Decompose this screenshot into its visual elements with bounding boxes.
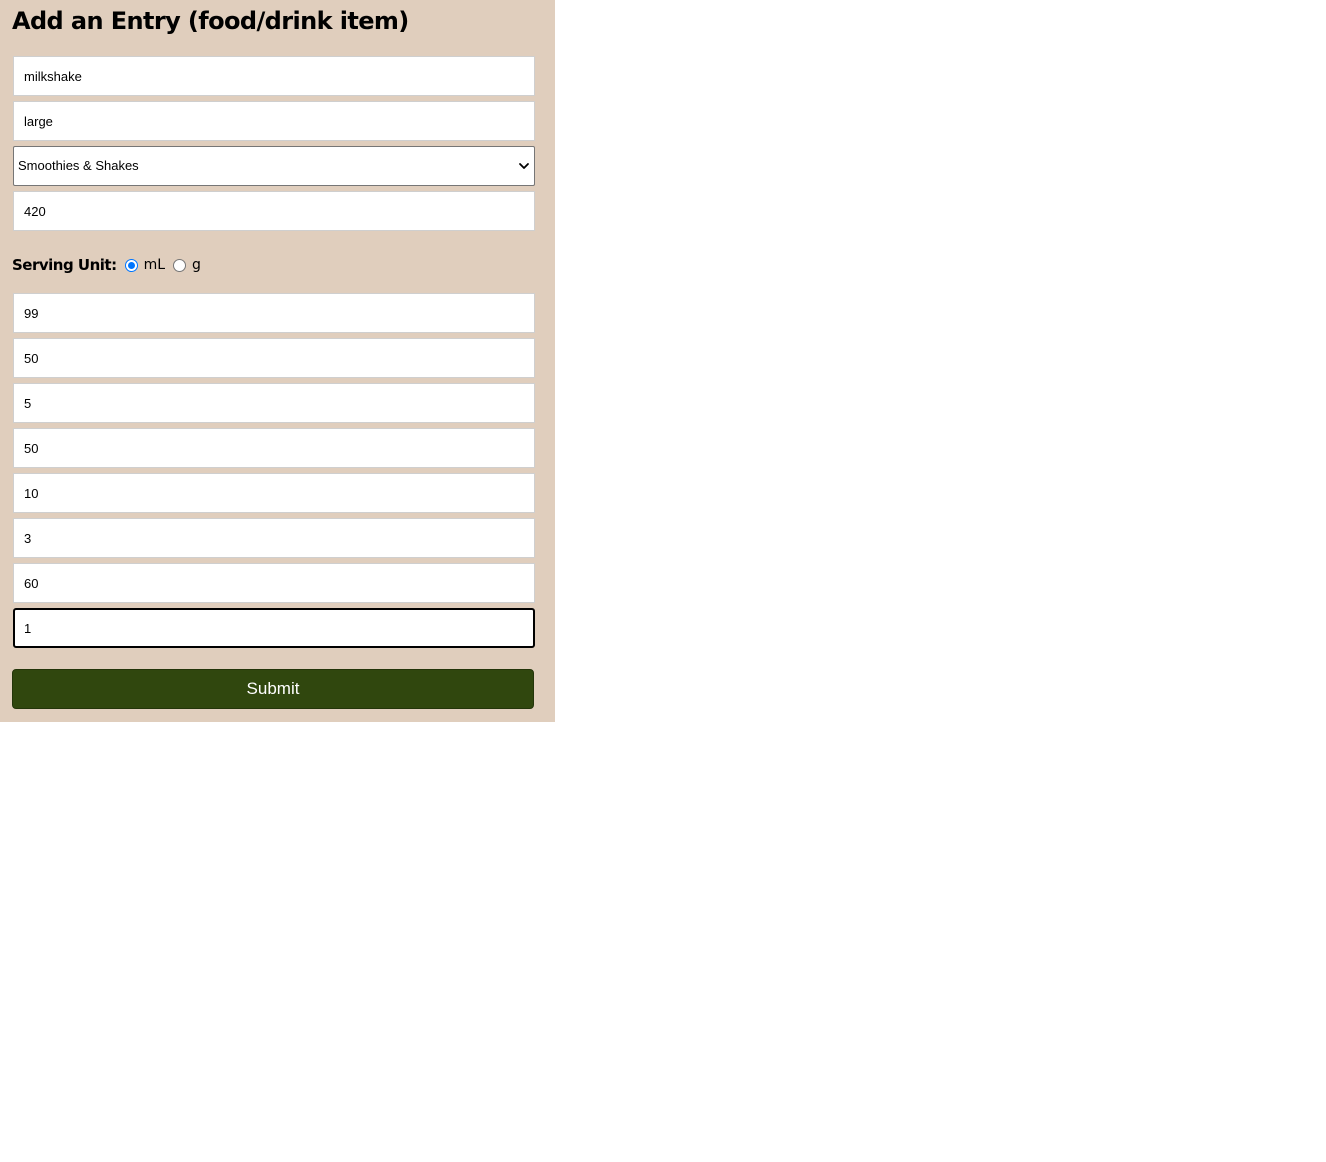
- unit-ml-radio[interactable]: [124, 258, 138, 272]
- serving-size-input[interactable]: [13, 191, 535, 231]
- category-selected-value: Smoothies & Shakes: [18, 158, 139, 173]
- nutrient-input-4[interactable]: [13, 428, 535, 468]
- category-select[interactable]: Smoothies & Shakes: [13, 146, 535, 186]
- item-size-input[interactable]: [13, 101, 535, 141]
- unit-g-radio[interactable]: [173, 258, 187, 272]
- item-name-input[interactable]: [13, 56, 535, 96]
- form-title: Add an Entry (food/drink item): [12, 7, 409, 35]
- unit-g-label[interactable]: g: [192, 257, 201, 273]
- unit-ml-label[interactable]: mL: [144, 257, 165, 273]
- chevron-down-icon: [519, 163, 529, 169]
- serving-unit-label: Serving Unit:: [12, 256, 117, 274]
- nutrient-input-5[interactable]: [13, 473, 535, 513]
- add-entry-form: Add an Entry (food/drink item) Smoothies…: [0, 0, 555, 722]
- nutrient-input-2[interactable]: [13, 338, 535, 378]
- nutrient-input-6[interactable]: [13, 518, 535, 558]
- serving-unit-group: Serving Unit: mL g: [12, 254, 209, 276]
- nutrient-input-1[interactable]: [13, 293, 535, 333]
- submit-button[interactable]: Submit: [12, 669, 534, 709]
- nutrient-input-7[interactable]: [13, 563, 535, 603]
- nutrient-input-3[interactable]: [13, 383, 535, 423]
- nutrient-input-8[interactable]: [13, 608, 535, 648]
